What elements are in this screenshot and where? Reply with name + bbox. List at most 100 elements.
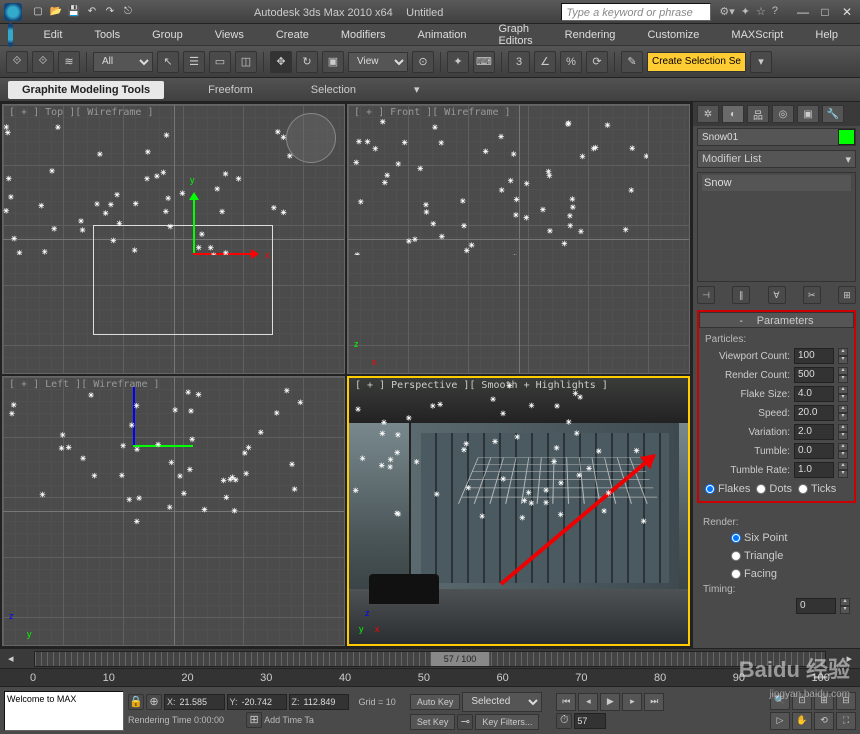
rotate-icon[interactable]: ↻ bbox=[296, 51, 318, 73]
menu-create[interactable]: Create bbox=[262, 27, 323, 43]
modifier-list-select[interactable]: Modifier List▾ bbox=[697, 150, 856, 168]
add-time-tag[interactable]: Add Time Ta bbox=[264, 715, 314, 725]
pin-stack-icon[interactable]: ⊣ bbox=[697, 286, 715, 304]
lock-selection-icon[interactable]: 🔒 bbox=[128, 694, 144, 710]
viewport-left[interactable]: [ + ] Left ][ Wireframe ] y z bbox=[2, 376, 345, 646]
modifier-stack[interactable]: Snow bbox=[697, 172, 856, 282]
key-icon[interactable]: ⊸ bbox=[457, 714, 473, 730]
close-button[interactable]: ✕ bbox=[838, 5, 856, 19]
viewport-front-label[interactable]: [ + ] Front ][ Wireframe ] bbox=[354, 107, 511, 118]
configure-icon[interactable]: ⊞ bbox=[838, 286, 856, 304]
show-result-icon[interactable]: ∥ bbox=[732, 286, 750, 304]
menu-group[interactable]: Group bbox=[138, 27, 197, 43]
timing-start-input[interactable]: 0 bbox=[796, 598, 836, 614]
radio-triangle[interactable]: Triangle bbox=[731, 550, 783, 562]
menu-animation[interactable]: Animation bbox=[404, 27, 481, 43]
viewport-top[interactable]: [ + ] Top ][ Wireframe ] yx bbox=[2, 104, 345, 374]
redo-icon[interactable]: ↷ bbox=[102, 4, 118, 20]
pivot-icon[interactable]: ⊙ bbox=[412, 51, 434, 73]
menu-views[interactable]: Views bbox=[201, 27, 258, 43]
percent-snap-icon[interactable]: % bbox=[560, 51, 582, 73]
app-icon[interactable] bbox=[4, 3, 22, 21]
remove-mod-icon[interactable]: ✂ bbox=[803, 286, 821, 304]
time-slider-thumb[interactable]: 57 / 100 bbox=[430, 651, 490, 667]
object-color-swatch[interactable] bbox=[838, 129, 855, 145]
infocenter-icon[interactable]: ⚙▾ bbox=[719, 5, 734, 18]
timeline-prev-icon[interactable]: ◂ bbox=[8, 652, 14, 665]
radio-dots[interactable]: Dots bbox=[756, 483, 792, 495]
viewport-front[interactable]: [ + ] Front ][ Wireframe ] x z bbox=[347, 104, 690, 374]
viewport-top-label[interactable]: [ + ] Top ][ Wireframe ] bbox=[9, 107, 154, 118]
auto-key-button[interactable]: Auto Key bbox=[410, 694, 461, 710]
tab-motion-icon[interactable]: ◎ bbox=[772, 105, 794, 123]
coord-y-input[interactable] bbox=[240, 697, 286, 707]
favorites-icon[interactable]: ? bbox=[772, 5, 778, 18]
link-icon[interactable]: ⟐ bbox=[6, 51, 28, 73]
selection-filter-select[interactable]: All bbox=[93, 52, 153, 72]
scale-icon[interactable]: ▣ bbox=[322, 51, 344, 73]
new-icon[interactable]: ▢ bbox=[30, 4, 46, 20]
save-icon[interactable]: 💾 bbox=[66, 4, 82, 20]
tab-hierarchy-icon[interactable]: 品 bbox=[747, 105, 769, 123]
pan-icon[interactable]: ✋ bbox=[792, 712, 812, 730]
tab-utilities-icon[interactable]: 🔧 bbox=[822, 105, 844, 123]
play-icon[interactable]: ▶ bbox=[600, 693, 620, 711]
select-icon[interactable]: ↖ bbox=[157, 51, 179, 73]
snap-toggle-icon[interactable]: 3 bbox=[508, 51, 530, 73]
select-name-icon[interactable]: ☰ bbox=[183, 51, 205, 73]
radio-facing[interactable]: Facing bbox=[731, 568, 777, 580]
speed-input[interactable]: 20.0 bbox=[794, 405, 834, 421]
goto-end-icon[interactable]: ⏭ bbox=[644, 693, 664, 711]
set-key-button[interactable]: Set Key bbox=[410, 714, 456, 730]
key-filters-button[interactable]: Key Filters... bbox=[475, 714, 539, 730]
ribbon-tab-freeform[interactable]: Freeform bbox=[194, 81, 267, 99]
viewport-perspective[interactable]: [ + ] Perspective ][ Smooth + Highlights… bbox=[347, 376, 690, 646]
bind-icon[interactable]: ≋ bbox=[58, 51, 80, 73]
orbit-icon[interactable]: ⟲ bbox=[814, 712, 834, 730]
flake-size-input[interactable]: 4.0 bbox=[794, 386, 834, 402]
goto-start-icon[interactable]: ⏮ bbox=[556, 693, 576, 711]
manipulate-icon[interactable]: ✦ bbox=[447, 51, 469, 73]
radio-six-point[interactable]: Six Point bbox=[731, 532, 787, 544]
zoom-all-icon[interactable]: ⊡ bbox=[792, 692, 812, 710]
menu-graph-editors[interactable]: Graph Editors bbox=[484, 21, 546, 49]
named-selection-input[interactable]: Create Selection Se bbox=[647, 52, 746, 72]
viewport-count-input[interactable]: 100 bbox=[794, 348, 834, 364]
menu-modifiers[interactable]: Modifiers bbox=[327, 27, 400, 43]
make-unique-icon[interactable]: ∀ bbox=[768, 286, 786, 304]
maxscript-listener[interactable]: Welcome to MAX bbox=[4, 691, 124, 731]
object-name-input[interactable] bbox=[698, 132, 838, 143]
viewport-left-label[interactable]: [ + ] Left ][ Wireframe ] bbox=[9, 379, 160, 390]
radio-ticks[interactable]: Ticks bbox=[798, 483, 836, 495]
app-menu-button[interactable] bbox=[8, 23, 13, 47]
next-frame-icon[interactable]: ▸ bbox=[622, 693, 642, 711]
ribbon-tab-graphite[interactable]: Graphite Modeling Tools bbox=[8, 81, 164, 99]
render-count-input[interactable]: 500 bbox=[794, 367, 834, 383]
subscription-icon[interactable]: ✦ bbox=[741, 5, 750, 18]
time-slider[interactable]: ◂ 57 / 100 ▸ bbox=[0, 648, 860, 668]
tab-create-icon[interactable]: ✲ bbox=[697, 105, 719, 123]
coord-z-input[interactable] bbox=[302, 697, 348, 707]
help-search-input[interactable]: Type a keyword or phrase bbox=[561, 3, 711, 21]
key-filter-select[interactable]: Selected bbox=[462, 692, 542, 712]
open-icon[interactable]: 📂 bbox=[48, 4, 64, 20]
angle-snap-icon[interactable]: ∠ bbox=[534, 51, 556, 73]
spinner-buttons[interactable]: ▴▾ bbox=[838, 348, 848, 364]
radio-flakes[interactable]: Flakes bbox=[705, 483, 750, 495]
window-crossing-icon[interactable]: ◫ bbox=[235, 51, 257, 73]
minimize-button[interactable]: — bbox=[794, 5, 812, 19]
time-config-icon[interactable]: ⏱ bbox=[556, 713, 572, 729]
menu-tools[interactable]: Tools bbox=[80, 27, 134, 43]
variation-input[interactable]: 2.0 bbox=[794, 424, 834, 440]
fov-icon[interactable]: ▷ bbox=[770, 712, 790, 730]
maximize-viewport-icon[interactable]: ⛶ bbox=[836, 712, 856, 730]
trackbar[interactable]: 0102030405060708090100 bbox=[0, 668, 860, 686]
select-region-icon[interactable]: ▭ bbox=[209, 51, 231, 73]
menu-edit[interactable]: Edit bbox=[29, 27, 76, 43]
menu-maxscript[interactable]: MAXScript bbox=[717, 27, 797, 43]
zoom-extents-all-icon[interactable]: ⊟ bbox=[836, 692, 856, 710]
edit-named-sel-icon[interactable]: ✎ bbox=[621, 51, 643, 73]
communication-icon[interactable]: ☆ bbox=[756, 5, 766, 18]
ribbon-tab-selection[interactable]: Selection bbox=[297, 81, 370, 99]
tumble-input[interactable]: 0.0 bbox=[794, 443, 834, 459]
